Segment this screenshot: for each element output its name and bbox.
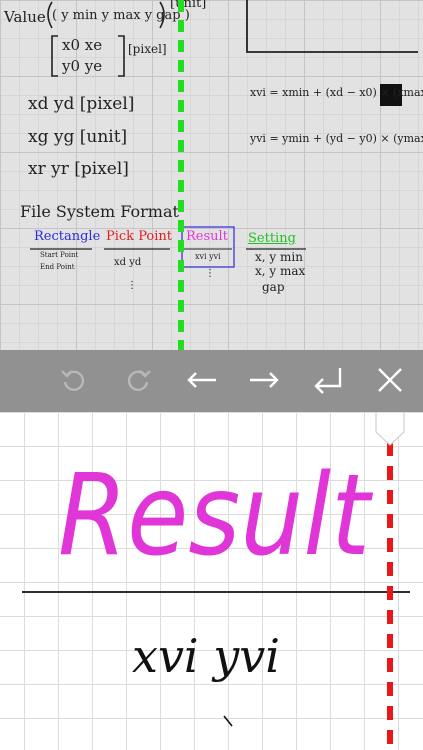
note-pick-sub: xd yd <box>114 257 142 268</box>
note-xg-yg: xg yg [unit] <box>28 127 128 147</box>
note-setting-min: x, y min <box>255 250 303 264</box>
note-matrix-row1: x0 xe <box>62 36 103 54</box>
undo-icon <box>61 370 85 391</box>
note-formula-y: yvi = ymin + (yd − y0) × (ymax − ...) <box>250 132 423 145</box>
guide-handle-icon[interactable] <box>374 412 406 446</box>
edit-toolbar <box>0 350 423 412</box>
note-xr-yr: xr yr [pixel] <box>28 159 129 179</box>
arrow-right-icon <box>250 372 279 388</box>
move-right-button[interactable] <box>240 356 288 404</box>
note-rectangle: Rectangle <box>34 229 101 244</box>
note-xd-yd: xd yd [pixel] <box>28 94 135 114</box>
note-rect-end: End Point <box>40 263 75 271</box>
return-button[interactable] <box>304 356 352 404</box>
result-handwriting: Result <box>58 451 374 581</box>
close-button[interactable] <box>366 356 414 404</box>
note-result-sub: xvi yvi <box>195 252 221 261</box>
note-setting-gap: gap <box>262 280 285 294</box>
writing-ink: Result xvi yvi <box>22 451 410 727</box>
writing-canvas[interactable]: Result xvi yvi <box>0 412 423 750</box>
close-icon <box>378 368 402 392</box>
xvi-yvi-handwriting: xvi yvi <box>132 629 280 683</box>
note-matrix-row2: y0 ye <box>62 57 103 75</box>
undo-button[interactable] <box>50 356 98 404</box>
note-formula-x: xvi = xmin + (xd − x0) × (xmax − ...) <box>250 86 423 99</box>
redo-button[interactable] <box>114 356 162 404</box>
green-guide-line[interactable] <box>178 0 184 350</box>
note-file-system-format: File System Format <box>20 202 179 221</box>
note-unit-top: [unit] <box>170 0 207 11</box>
overview-canvas[interactable]: ⋮ ⋮ Value ( y min y max y gap ) [unit] x… <box>0 0 423 350</box>
move-left-button[interactable] <box>178 356 226 404</box>
note-result: Result <box>186 229 228 244</box>
note-pixel-tag: [pixel] <box>128 42 167 56</box>
note-pick-point: Pick Point <box>106 229 172 244</box>
note-rect-start: Start Point <box>40 251 79 259</box>
return-icon <box>314 368 342 394</box>
red-guide-line[interactable] <box>387 442 393 750</box>
svg-text:⋮: ⋮ <box>205 268 215 279</box>
arrow-left-icon <box>187 372 216 388</box>
redo-icon <box>127 370 151 391</box>
note-setting: Setting <box>248 231 296 246</box>
note-setting-max: x, y max <box>255 264 306 278</box>
svg-text:⋮: ⋮ <box>127 280 137 291</box>
note-value-label: Value <box>4 8 46 26</box>
